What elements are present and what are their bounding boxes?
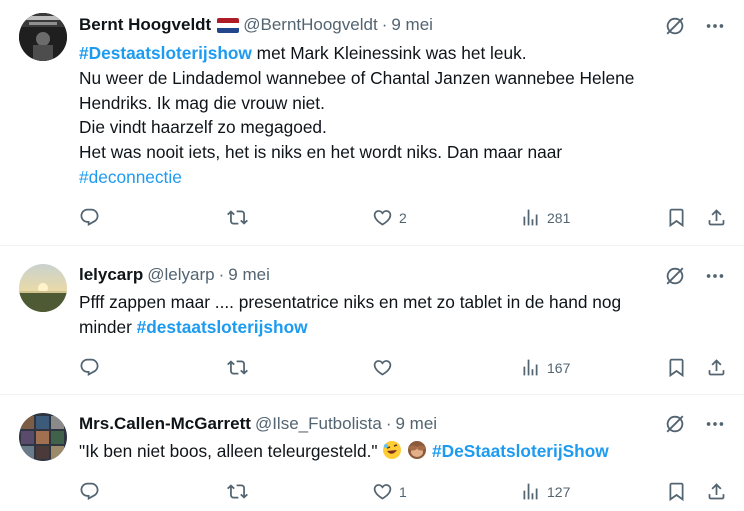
retweet-icon [227,357,248,378]
display-name[interactable]: lelycarp [79,265,143,285]
hashtag-link[interactable]: #Destaatsloterijshow [79,43,252,63]
tweet-text: Pfff zappen maar .... presentatrice niks… [79,290,719,340]
text-line: Nu weer de Lindademol wannebee of Chanta… [79,67,635,88]
timestamp[interactable]: 9 mei [395,414,437,434]
user-handle[interactable]: @lelyarp [147,265,214,285]
text-line: Pfff zappen maar .... presentatrice niks… [79,292,622,312]
share-button[interactable] [706,481,727,502]
avatar[interactable] [19,264,67,312]
avatar[interactable] [19,413,67,461]
separator: · [381,15,388,34]
share-button[interactable] [706,207,727,228]
display-name[interactable]: Bernt Hoogveldt [79,15,211,35]
tweet-2[interactable]: lelycarp @lelyarp · 9 mei Pfff zappen ma… [0,246,744,394]
hashtag-link[interactable]: #destaatsloterijshow [137,317,308,337]
bookmark-icon [666,207,687,228]
retweet-button[interactable] [227,481,248,502]
more-icon[interactable] [704,15,726,37]
display-name[interactable]: Mrs.Callen-McGarrett [79,414,251,434]
tweet-top-actions [664,15,726,37]
avatar[interactable] [19,13,67,61]
reply-button[interactable] [79,357,100,378]
text-line: Hendriks. Ik mag die vrouw niet. [79,92,325,113]
share-icon [706,481,727,502]
retweet-icon [227,207,248,228]
tweet-1[interactable]: Bernt Hoogveldt @BerntHoogveldt · 9 mei … [0,0,744,245]
avatar-image [19,413,67,461]
like-count: 2 [399,209,407,226]
view-count: 127 [547,483,571,500]
reply-button[interactable] [79,207,100,228]
tweet-top-actions [664,265,726,287]
text-line: Die vindt haarzelf zo megagoed. [79,117,327,138]
like-button[interactable]: 2 [372,207,407,228]
tweet-3[interactable]: Mrs.Callen-McGarrett @Ilse_Futbolista · … [0,395,744,511]
views-icon [520,481,541,502]
view-count: 281 [547,209,571,226]
bookmark-button[interactable] [666,357,687,378]
like-icon [372,481,393,502]
views-button[interactable]: 167 [520,357,570,378]
bookmark-button[interactable] [666,481,687,502]
retweet-button[interactable] [227,207,248,228]
reply-icon [79,207,100,228]
hashtag-link[interactable]: #DeStaatsloterijShow [432,441,609,461]
views-button[interactable]: 281 [520,207,570,228]
text-line: minder [79,316,137,337]
tweet-top-actions [664,413,726,435]
avatar-image [19,264,67,312]
tweet-header: Mrs.Callen-McGarrett @Ilse_Futbolista · … [79,413,437,435]
view-count: 167 [547,359,571,376]
bookmark-icon [666,357,687,378]
tweet-text: #Destaatsloterijshow met Mark Kleinessin… [79,41,719,190]
like-count: 1 [399,483,407,500]
separator: · [218,265,225,284]
timestamp[interactable]: 9 mei [391,15,433,35]
share-icon [706,357,727,378]
more-icon[interactable] [704,265,726,287]
see-no-evil-monkey-emoji-icon [408,441,427,459]
reply-icon [79,481,100,502]
text-line: "Ik ben niet boos, alleen teleurgesteld.… [79,441,378,461]
rolling-laughing-emoji-icon [383,441,402,459]
bookmark-icon [666,481,687,502]
bookmark-button[interactable] [666,207,687,228]
share-button[interactable] [706,357,727,378]
reply-icon [79,357,100,378]
hashtag-link[interactable]: #deconnectie [79,167,182,187]
user-handle[interactable]: @BerntHoogveldt [243,15,377,35]
text-line: met Mark Kleinessink was het leuk. [251,43,527,63]
grok-icon[interactable] [664,413,686,435]
retweet-icon [227,481,248,502]
like-icon [372,207,393,228]
avatar-image [19,13,67,61]
user-handle[interactable]: @Ilse_Futbolista [255,414,382,434]
tweet-header: lelycarp @lelyarp · 9 mei [79,264,270,286]
grok-icon[interactable] [664,15,686,37]
tweet-text: "Ik ben niet boos, alleen teleurgesteld.… [79,439,719,464]
netherlands-flag-icon [217,17,240,33]
retweet-button[interactable] [227,357,248,378]
tweet-header: Bernt Hoogveldt @BerntHoogveldt · 9 mei [79,14,433,36]
like-button[interactable] [372,357,393,378]
like-icon [372,357,393,378]
views-button[interactable]: 127 [520,481,570,502]
timestamp[interactable]: 9 mei [228,265,270,285]
separator: · [385,414,392,433]
views-icon [520,207,541,228]
text-line: Het was nooit iets, het is niks en het w… [79,142,563,163]
views-icon [520,357,541,378]
reply-button[interactable] [79,481,100,502]
more-icon[interactable] [704,413,726,435]
grok-icon[interactable] [664,265,686,287]
share-icon [706,207,727,228]
like-button[interactable]: 1 [372,481,407,502]
